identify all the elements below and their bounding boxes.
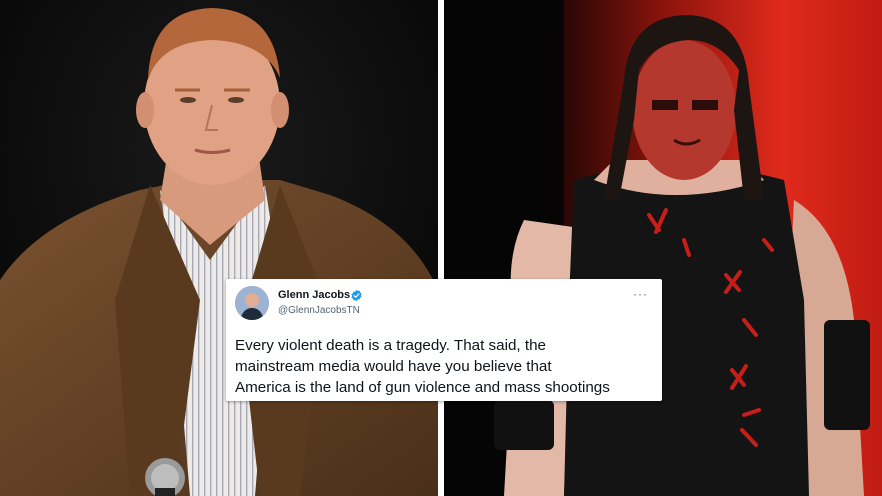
left-photo	[0, 0, 438, 496]
more-dots-icon[interactable]: ···	[633, 287, 648, 301]
avatar-portrait-icon	[235, 286, 269, 320]
man-in-blazer-image	[0, 0, 438, 496]
right-photo	[444, 0, 882, 496]
tweet-text-line: America is the land of gun violence and …	[235, 379, 610, 396]
handle[interactable]: @GlennJacobsTN	[278, 305, 360, 316]
avatar[interactable]	[235, 286, 269, 320]
verified-badge-icon	[351, 289, 362, 302]
masked-wrestler-image	[444, 0, 882, 496]
tweet-card[interactable]: Glenn Jacobs @GlennJacobsTN ··· Every vi…	[226, 279, 662, 401]
display-name[interactable]: Glenn Jacobs	[278, 289, 350, 301]
tweet-text: Every violent death is a tragedy. That s…	[235, 335, 655, 398]
tweet-text-line: Every violent death is a tragedy. That s…	[235, 337, 546, 354]
tweet-text-line: mainstream media would have you believe …	[235, 358, 552, 375]
